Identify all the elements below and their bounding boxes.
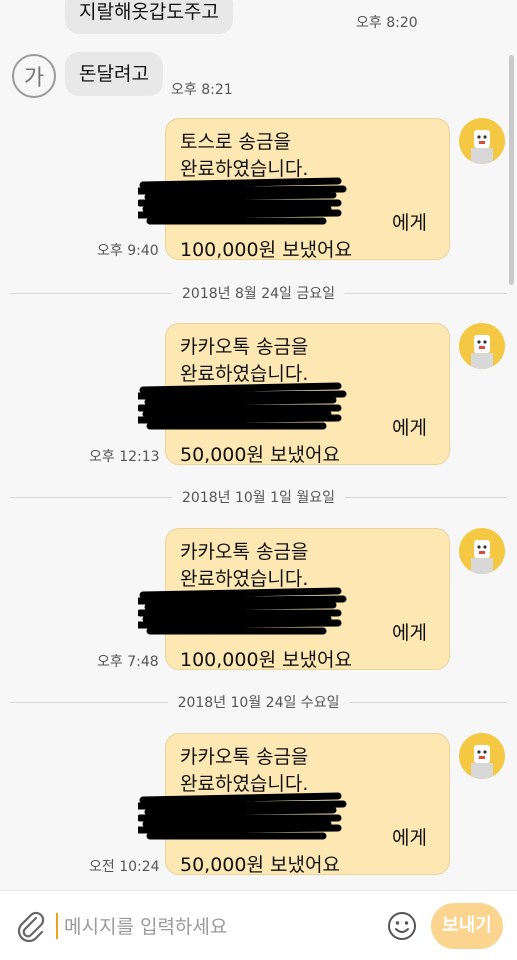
- transfer-title: 카카오톡 송금을: [180, 746, 309, 768]
- send-button[interactable]: 보내기: [431, 903, 503, 949]
- received-message-text: 지랄해옷갑도주고: [79, 1, 219, 23]
- avatar-initial: 가: [23, 66, 45, 91]
- transfer-message-bubble[interactable]: 토스로 송금을 완료하였습니다. 에게 100,000원 보냈어요: [138, 118, 450, 261]
- transfer-amount: 50,000원 보냈어요: [180, 444, 340, 466]
- emoji-icon[interactable]: [386, 910, 418, 942]
- date-divider: 2018년 8월 24일 금요일: [10, 283, 508, 303]
- transfer-recipient: 에게: [180, 415, 435, 442]
- message-time: 오후 8:21: [171, 82, 233, 98]
- recipient-suffix: 에게: [392, 417, 427, 439]
- transfer-recipient: 에게: [180, 210, 435, 237]
- robot-avatar-icon: [471, 335, 493, 369]
- transfer-title: 토스로 송금을: [180, 131, 291, 153]
- message-input[interactable]: [62, 909, 366, 945]
- bot-avatar[interactable]: [459, 528, 505, 574]
- chat-area[interactable]: 지랄해옷갑도주고 오후 8:20 가 돈달려고 오후 8:21 오후 9:40 …: [0, 0, 517, 890]
- received-message-bubble[interactable]: 지랄해옷갑도주고: [65, 0, 233, 34]
- received-message-text: 돈달려고: [79, 63, 149, 85]
- message-time: 오후 12:13: [89, 449, 160, 465]
- recipient-suffix: 에게: [392, 827, 427, 849]
- date-divider: 2018년 10월 24일 수요일: [10, 692, 508, 712]
- sender-avatar[interactable]: 가: [12, 54, 56, 98]
- transfer-status: 완료하였습니다.: [180, 773, 309, 795]
- bot-avatar[interactable]: [459, 118, 505, 164]
- date-divider-text: 2018년 10월 24일 수요일: [177, 695, 340, 711]
- transfer-amount: 100,000원 보냈어요: [180, 649, 353, 671]
- transfer-status: 완료하였습니다.: [180, 568, 309, 590]
- robot-avatar-icon: [471, 130, 493, 164]
- transfer-status: 완료하였습니다.: [180, 363, 309, 385]
- recipient-suffix: 에게: [392, 622, 427, 644]
- transfer-message-bubble[interactable]: 카카오톡 송금을 완료하였습니다. 에게 50,000원 보냈어요: [138, 323, 450, 466]
- transfer-title: 카카오톡 송금을: [180, 541, 309, 563]
- transfer-title: 카카오톡 송금을: [180, 336, 309, 358]
- message-time: 오후 8:20: [356, 15, 418, 31]
- paperclip-icon[interactable]: [14, 909, 48, 943]
- scrollbar[interactable]: [509, 55, 514, 285]
- message-time: 오후 7:48: [97, 654, 159, 670]
- date-divider-text: 2018년 8월 24일 금요일: [182, 286, 335, 302]
- transfer-amount: 50,000원 보냈어요: [180, 854, 340, 876]
- message-time: 오전 10:24: [89, 859, 160, 875]
- recipient-suffix: 에게: [392, 212, 427, 234]
- transfer-status: 완료하였습니다.: [180, 158, 309, 180]
- message-input-bar: 보내기: [0, 890, 517, 960]
- bot-avatar[interactable]: [459, 733, 505, 779]
- transfer-amount: 100,000원 보냈어요: [180, 239, 353, 261]
- date-divider: 2018년 10월 1일 월요일: [10, 487, 508, 507]
- transfer-recipient: 에게: [180, 825, 435, 852]
- message-time: 오후 9:40: [97, 243, 159, 259]
- text-cursor: [56, 913, 58, 939]
- bot-avatar[interactable]: [459, 323, 505, 369]
- date-divider-text: 2018년 10월 1일 월요일: [182, 490, 335, 506]
- transfer-message-bubble[interactable]: 카카오톡 송금을 완료하였습니다. 에게 50,000원 보냈어요: [138, 733, 450, 876]
- transfer-message-bubble[interactable]: 카카오톡 송금을 완료하였습니다. 에게 100,000원 보냈어요: [138, 528, 450, 671]
- received-message-bubble[interactable]: 돈달려고: [65, 52, 163, 96]
- robot-avatar-icon: [471, 540, 493, 574]
- robot-avatar-icon: [471, 745, 493, 779]
- transfer-recipient: 에게: [180, 620, 435, 647]
